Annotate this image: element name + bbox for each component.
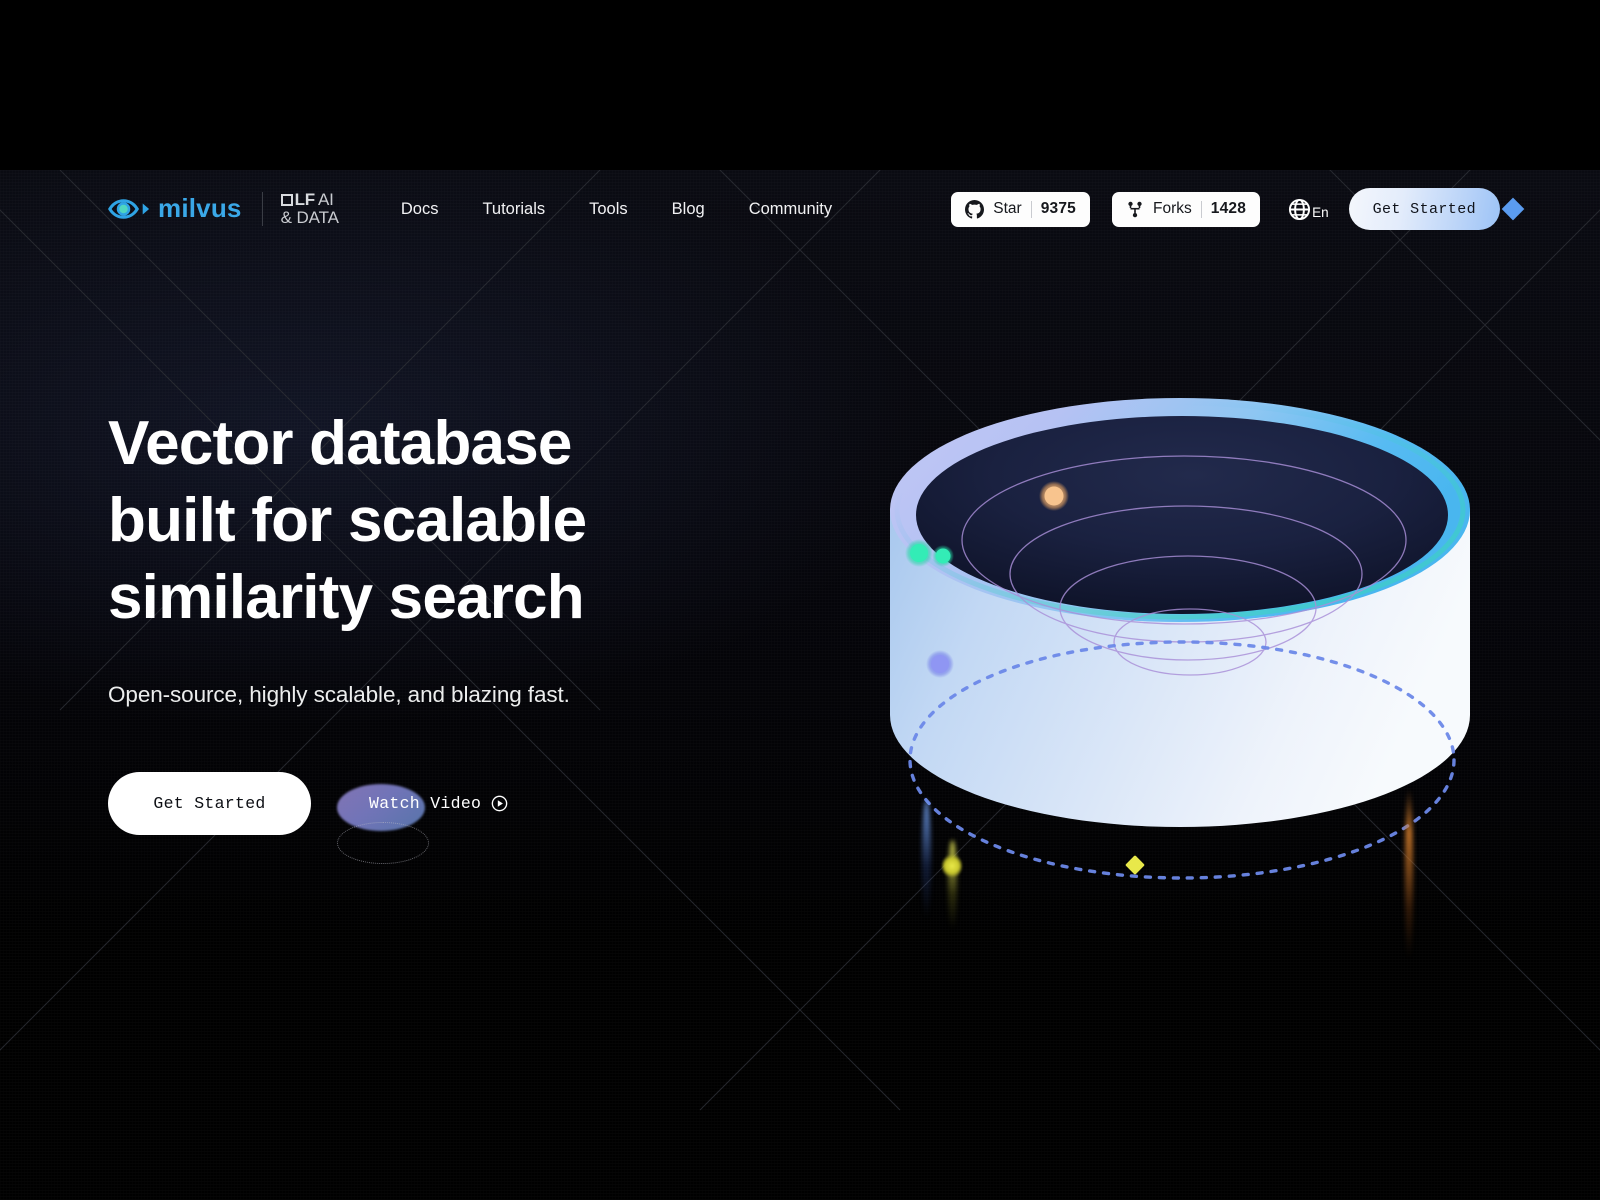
github-forks-pill[interactable]: Forks 1428 bbox=[1112, 191, 1261, 227]
diamond-marker bbox=[1125, 855, 1145, 875]
header-actions: Star 9375 Forks 1428 En Get Started bbox=[951, 188, 1500, 230]
brand-divider bbox=[261, 191, 263, 226]
globe-icon bbox=[1289, 198, 1311, 220]
hero-get-started-button[interactable]: Get Started bbox=[108, 772, 311, 835]
background-top-bar bbox=[0, 0, 1600, 170]
fork-icon bbox=[1128, 201, 1142, 217]
lfai-data-badge: LF AI & DATA bbox=[280, 190, 339, 227]
hero-subtitle: Open-source, highly scalable, and blazin… bbox=[108, 682, 570, 707]
nav-item-tutorials[interactable]: Tutorials bbox=[460, 192, 567, 227]
light-beam-blue bbox=[922, 800, 931, 920]
watch-video-group[interactable]: Watch Video bbox=[337, 772, 508, 864]
forks-label: Forks bbox=[1153, 200, 1192, 217]
github-icon bbox=[965, 199, 985, 219]
watch-video-dotted-ellipse bbox=[337, 822, 429, 864]
brand-wordmark: milvus bbox=[158, 193, 242, 224]
lf-square-icon bbox=[280, 193, 293, 206]
language-selector[interactable]: En bbox=[1288, 198, 1329, 221]
glow-orb-yellow bbox=[942, 854, 962, 878]
light-beam-orange bbox=[1405, 790, 1413, 960]
page-title: Vector database built for scalable simil… bbox=[108, 409, 587, 632]
nav-item-community[interactable]: Community bbox=[727, 192, 854, 227]
primary-nav: Docs Tutorials Tools Blog Community bbox=[379, 192, 854, 227]
lf-ai-text: AI bbox=[317, 190, 334, 210]
brand-lockup[interactable]: milvus LF AI & DATA bbox=[108, 191, 339, 227]
language-label: En bbox=[1312, 205, 1329, 220]
github-star-pill[interactable]: Star 9375 bbox=[951, 191, 1091, 227]
nav-item-tools[interactable]: Tools bbox=[567, 192, 650, 227]
bowl-svg bbox=[890, 398, 1470, 880]
lf-data-text: & DATA bbox=[280, 207, 339, 227]
hero-illustration bbox=[830, 330, 1530, 960]
nav-item-docs[interactable]: Docs bbox=[379, 192, 461, 227]
nav-get-started-button[interactable]: Get Started bbox=[1348, 188, 1500, 230]
star-divider bbox=[1030, 200, 1032, 218]
play-circle-icon bbox=[491, 795, 508, 812]
page-root: milvus LF AI & DATA Docs Tutorials Tools… bbox=[0, 0, 1600, 1200]
forks-divider bbox=[1200, 200, 1202, 218]
site-header: milvus LF AI & DATA Docs Tutorials Tools… bbox=[0, 170, 1600, 248]
hero-section: Vector database built for scalable simil… bbox=[108, 405, 587, 864]
star-label: Star bbox=[993, 200, 1022, 217]
watch-video-label: Watch Video bbox=[369, 794, 482, 813]
milvus-eye-logo-icon bbox=[108, 199, 150, 219]
star-count: 9375 bbox=[1040, 200, 1077, 217]
nav-item-blog[interactable]: Blog bbox=[650, 192, 727, 227]
hero-cta-row: Get Started Watch Video bbox=[108, 772, 586, 864]
watch-video-button[interactable]: Watch Video bbox=[337, 794, 508, 813]
forks-count: 1428 bbox=[1210, 200, 1247, 217]
lf-bold-text: LF bbox=[294, 190, 316, 210]
